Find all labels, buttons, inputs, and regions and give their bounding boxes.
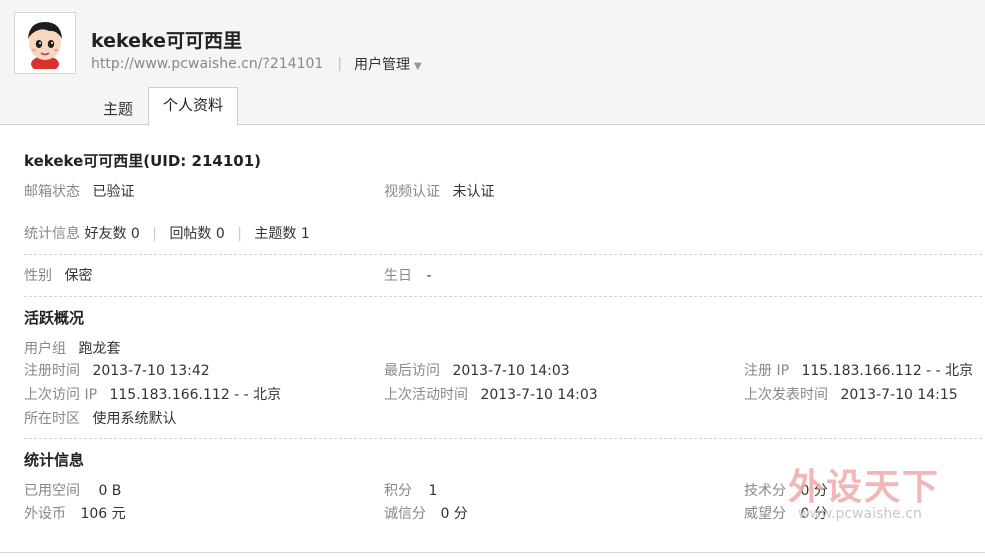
tech-row: 技术分 0 分: [744, 480, 828, 500]
tab-profile[interactable]: 个人资料: [148, 87, 238, 126]
avatar[interactable]: [14, 12, 76, 74]
tab-topics[interactable]: 主题: [103, 98, 133, 119]
points-row: 积分 1: [384, 480, 437, 500]
video-auth-value: 未认证: [452, 184, 495, 200]
usergroup-value[interactable]: 跑龙套: [78, 341, 120, 357]
last-ip-value: 115.183.166.112 - - 北京: [109, 387, 282, 403]
activity-section-title: 活跃概况: [24, 307, 84, 328]
stats-summary-label: 统计信息: [24, 226, 80, 242]
stats-summary-row: 统计信息 好友数 0 | 回帖数 0 | 主题数 1: [24, 223, 310, 243]
reg-time-row: 注册时间 2013-7-10 13:42: [24, 360, 210, 380]
reg-time-value: 2013-7-10 13:42: [92, 363, 210, 379]
separator: |: [152, 226, 157, 242]
reg-ip-row: 注册 IP 115.183.166.112 - - 北京: [744, 360, 973, 380]
points-label: 积分: [384, 483, 412, 499]
friends-count-link[interactable]: 好友数 0: [84, 226, 139, 242]
video-auth-row: 视频认证 未认证: [384, 181, 494, 201]
divider: [24, 438, 982, 439]
last-visit-row: 最后访问 2013-7-10 14:03: [384, 360, 570, 380]
prestige-value: 0 分: [800, 506, 828, 522]
timezone-label: 所在时区: [24, 411, 80, 427]
last-ip-label: 上次访问 IP: [24, 387, 98, 403]
stats-title: 统计信息: [24, 451, 85, 469]
profile-name-uid: kekeke可可西里(UID: 214101): [24, 150, 261, 171]
birthday-value: -: [426, 268, 432, 284]
profile-header: kekeke可可西里 http://www.pcwaishe.cn/?21410…: [0, 0, 985, 126]
coins-row: 外设币 106 元: [24, 503, 126, 523]
name-uid-text: kekeke可可西里(UID: 214101): [24, 152, 262, 170]
user-management-label[interactable]: 用户管理: [354, 57, 410, 73]
divider: [24, 296, 982, 297]
coins-label: 外设币: [24, 506, 66, 522]
profile-url-line: http://www.pcwaishe.cn/?214101 | 用户管理 ▼: [91, 54, 422, 74]
prestige-row: 威望分 0 分: [744, 503, 828, 523]
tech-value: 0 分: [800, 483, 828, 499]
profile-url-link[interactable]: http://www.pcwaishe.cn/?214101: [91, 56, 323, 72]
reg-ip-label: 注册 IP: [744, 363, 790, 379]
email-status-row: 邮箱状态 已验证: [24, 181, 134, 201]
separator: |: [237, 226, 242, 242]
credit-row: 诚信分 0 分: [384, 503, 468, 523]
points-value: 1: [428, 483, 438, 499]
reg-ip-value: 115.183.166.112 - - 北京: [801, 363, 974, 379]
topics-count-link[interactable]: 主题数 1: [254, 226, 309, 242]
video-auth-label: 视频认证: [384, 184, 440, 200]
bottom-border: [0, 552, 985, 553]
last-active-value: 2013-7-10 14:03: [480, 387, 598, 403]
space-label: 已用空间: [24, 483, 80, 499]
separator: |: [337, 56, 343, 72]
username-title: kekeke可可西里: [91, 30, 243, 52]
timezone-value: 使用系统默认: [92, 411, 177, 427]
activity-title: 活跃概况: [24, 309, 85, 327]
last-active-row: 上次活动时间 2013-7-10 14:03: [384, 384, 598, 404]
last-active-label: 上次活动时间: [384, 387, 468, 403]
stats-section-title: 统计信息: [24, 449, 84, 470]
tech-label: 技术分: [744, 483, 786, 499]
reg-time-label: 注册时间: [24, 363, 80, 379]
birthday-label: 生日: [384, 268, 412, 284]
chevron-down-icon[interactable]: ▼: [414, 61, 422, 72]
coins-value: 106 元: [80, 506, 126, 522]
divider: [24, 254, 982, 255]
last-ip-row: 上次访问 IP 115.183.166.112 - - 北京: [24, 384, 281, 404]
last-visit-label: 最后访问: [384, 363, 440, 379]
avatar-cartoon-icon: [19, 17, 71, 69]
prestige-label: 威望分: [744, 506, 786, 522]
space-row: 已用空间 0 B: [24, 480, 121, 500]
gender-value: 保密: [64, 268, 93, 284]
birthday-row: 生日 -: [384, 265, 432, 285]
last-post-row: 上次发表时间 2013-7-10 14:15: [744, 384, 958, 404]
usergroup-label: 用户组: [24, 341, 66, 357]
replies-count-link[interactable]: 回帖数 0: [169, 226, 224, 242]
last-post-value: 2013-7-10 14:15: [840, 387, 958, 403]
email-status-label: 邮箱状态: [24, 184, 80, 200]
last-visit-value: 2013-7-10 14:03: [452, 363, 570, 379]
user-management-menu[interactable]: 用户管理 ▼: [354, 54, 422, 74]
timezone-row: 所在时区 使用系统默认: [24, 408, 176, 428]
email-status-value: 已验证: [92, 184, 135, 200]
gender-row: 性别 保密: [24, 265, 92, 285]
gender-label: 性别: [24, 268, 52, 284]
usergroup-row: 用户组 跑龙套: [24, 338, 120, 358]
credit-label: 诚信分: [384, 506, 426, 522]
credit-value: 0 分: [440, 506, 468, 522]
space-value: 0 B: [98, 483, 122, 499]
last-post-label: 上次发表时间: [744, 387, 828, 403]
